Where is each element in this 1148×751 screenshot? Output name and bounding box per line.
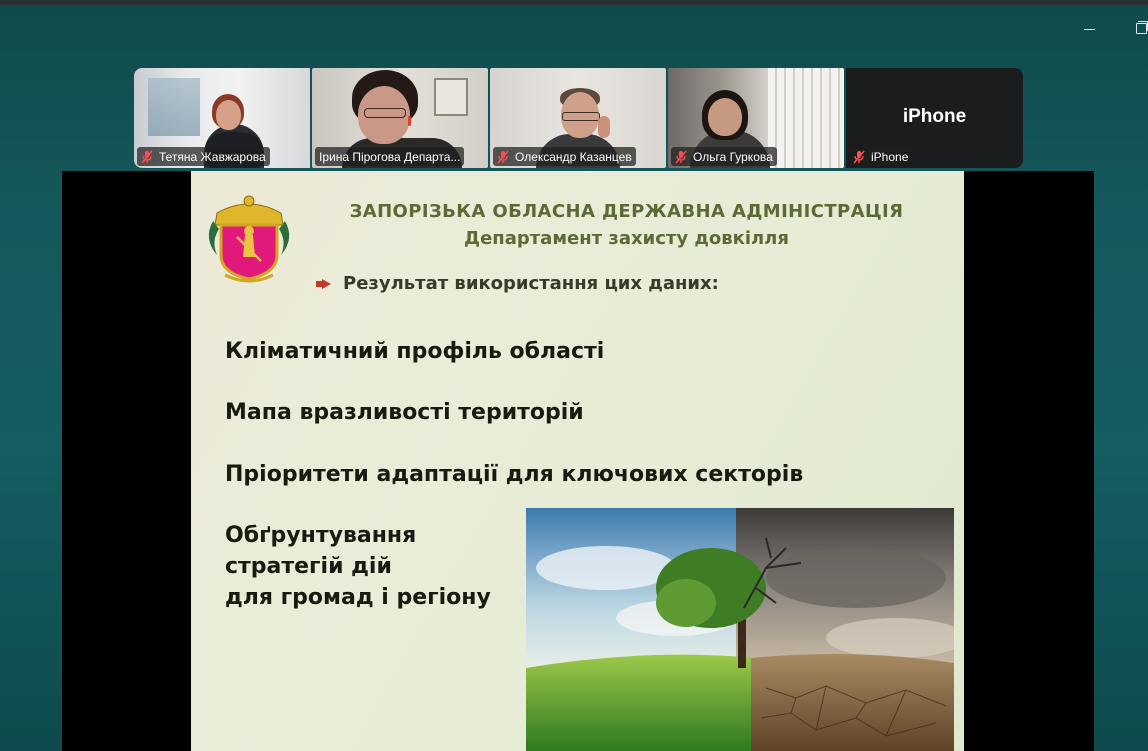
microphone-muted-icon xyxy=(853,150,865,163)
window-top-bar xyxy=(0,0,1148,5)
slide-bullet: Результат використання цих даних: xyxy=(316,273,719,294)
slide-bullet-text: Результат використання цих даних: xyxy=(343,273,719,294)
participant-name: Олександр Казанцев xyxy=(515,149,632,164)
microphone-muted-icon xyxy=(497,150,509,163)
participant-name-tag: Ольга Гуркова xyxy=(671,147,777,166)
participant-name-tag: Олександр Казанцев xyxy=(493,147,636,166)
participant-tile-video-off[interactable]: iPhone iPhone xyxy=(846,68,1023,168)
participant-video-off-label: iPhone xyxy=(902,106,967,127)
slide-header: ЗАПОРІЗЬКА ОБЛАСНА ДЕРЖАВНА АДМІНІСТРАЦІ… xyxy=(339,201,914,249)
participant-name: Ольга Гуркова xyxy=(693,149,773,164)
participant-name-tag: Ірина Пірогова Департа... xyxy=(315,147,465,166)
slide-item-line: для громад і регіону xyxy=(225,585,491,610)
slide-item-line: Обґрунтування xyxy=(225,523,417,548)
microphone-muted-icon xyxy=(141,150,153,163)
slide-item-adaptation-priorities: Пріоритети адаптації для ключових сектор… xyxy=(225,462,804,487)
participant-name: Ірина Пірогова Департа... xyxy=(319,149,461,164)
slide-item-strategy-justification: Обґрунтування стратегій дій для громад і… xyxy=(225,520,491,613)
minimize-icon[interactable] xyxy=(1078,16,1102,40)
bullet-arrow-icon xyxy=(316,278,331,289)
microphone-muted-icon xyxy=(675,150,687,163)
slide-org-title: ЗАПОРІЗЬКА ОБЛАСНА ДЕРЖАВНА АДМІНІСТРАЦІ… xyxy=(349,201,904,222)
restore-window-icon[interactable] xyxy=(1128,16,1148,40)
slide-item-vulnerability-map: Мапа вразливості територій xyxy=(225,400,584,425)
participant-name-tag: Тетяна Жавжарова xyxy=(137,147,270,166)
participant-name: iPhone xyxy=(871,149,909,164)
participant-tile[interactable]: Ольга Гуркова xyxy=(668,68,844,168)
participant-strip: Тетяна Жавжарова Ірина Пірогова Департа.… xyxy=(134,68,1023,168)
participant-name: Тетяна Жавжарова xyxy=(159,149,266,164)
presentation-slide: ЗАПОРІЗЬКА ОБЛАСНА ДЕРЖАВНА АДМІНІСТРАЦІ… xyxy=(191,171,964,751)
participant-tile[interactable]: Олександр Казанцев xyxy=(490,68,666,168)
participant-tile-active[interactable]: Ірина Пірогова Департа... xyxy=(312,68,488,168)
slide-department-subtitle: Департамент захисту довкілля xyxy=(464,228,789,249)
slide-item-line: стратегій дій xyxy=(225,554,392,579)
participant-name-tag: iPhone xyxy=(849,147,913,166)
participant-tile[interactable]: Тетяна Жавжарова xyxy=(134,68,310,168)
coat-of-arms-icon xyxy=(208,195,290,283)
slide-item-climate-profile: Кліматичний профіль області xyxy=(225,339,605,364)
climate-contrast-image xyxy=(526,508,954,751)
screen-share-area[interactable]: ЗАПОРІЗЬКА ОБЛАСНА ДЕРЖАВНА АДМІНІСТРАЦІ… xyxy=(62,171,1094,751)
